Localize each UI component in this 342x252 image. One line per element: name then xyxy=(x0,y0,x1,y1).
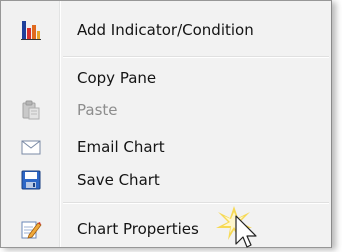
menu-separator xyxy=(63,56,329,58)
envelope-icon xyxy=(20,136,42,158)
floppy-disk-icon xyxy=(20,169,42,191)
menu-item-label: Email Chart xyxy=(77,138,165,156)
menu-item-label: Copy Pane xyxy=(77,69,157,87)
mouse-cursor-icon xyxy=(212,204,270,248)
menu-item-save-chart[interactable]: Save Chart xyxy=(1,164,331,196)
menu-item-copy-pane[interactable]: Copy Pane xyxy=(1,62,331,94)
menu-item-label: Add Indicator/Condition xyxy=(77,21,254,39)
bar-chart-icon xyxy=(20,19,42,41)
menu-item-add-indicator[interactable]: Add Indicator/Condition xyxy=(1,14,331,46)
menu-item-label: Save Chart xyxy=(77,171,160,189)
paste-icon xyxy=(20,99,42,121)
menu-item-label: Chart Properties xyxy=(77,220,199,238)
menu-separator xyxy=(63,202,329,204)
menu-item-label: Paste xyxy=(77,101,118,119)
menu-item-email-chart[interactable]: Email Chart xyxy=(1,131,331,163)
pencil-notepad-icon xyxy=(20,218,42,240)
context-menu: Add Indicator/Condition Copy Pane Paste … xyxy=(0,0,332,248)
menu-item-paste[interactable]: Paste xyxy=(1,94,331,126)
menu-item-chart-properties[interactable]: Chart Properties xyxy=(1,213,331,245)
